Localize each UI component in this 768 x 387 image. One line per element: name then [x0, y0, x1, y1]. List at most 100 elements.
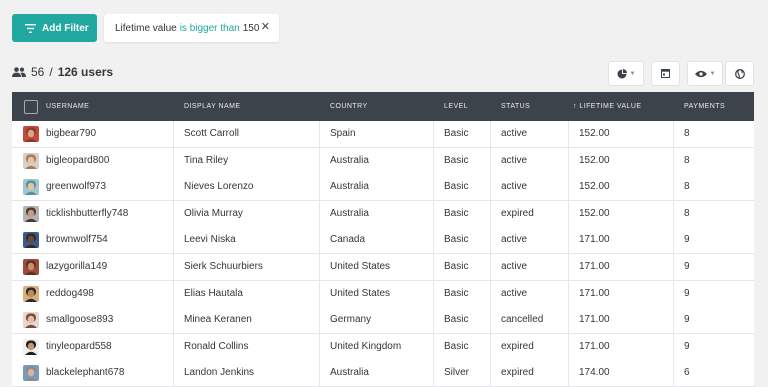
- avatar: [23, 179, 39, 196]
- user-avatar-icon: [23, 365, 39, 382]
- username-cell[interactable]: smallgoose893: [46, 307, 113, 333]
- filter-value[interactable]: 150: [243, 23, 260, 34]
- pie-chart-icon: [617, 68, 627, 78]
- active-filter-chip[interactable]: Lifetime value is bigger than 150 ✕: [104, 14, 279, 42]
- level-cell: Basic: [444, 154, 469, 166]
- close-icon[interactable]: ✕: [261, 22, 270, 33]
- count-separator: /: [49, 65, 53, 79]
- add-filter-button[interactable]: Add Filter: [12, 14, 97, 42]
- display-name-cell: Minea Keranen: [184, 314, 252, 326]
- payments-cell: 8: [684, 154, 690, 166]
- table-row[interactable]: lazygorilla149 Sierk Schuurbiers United St…: [12, 254, 754, 281]
- user-avatar-icon: [23, 126, 39, 142]
- display-name-cell: Landon Jenkins: [184, 367, 255, 379]
- status-cell: active: [501, 181, 528, 193]
- calendar-button[interactable]: [651, 61, 680, 86]
- username-cell[interactable]: tinyleopard558: [46, 334, 112, 360]
- country-cell: United States: [330, 287, 391, 299]
- add-filter-label: Add Filter: [42, 22, 89, 34]
- username-cell[interactable]: bigleopard800: [46, 148, 109, 174]
- globe-button[interactable]: [725, 61, 754, 86]
- column-divider: [568, 121, 569, 387]
- user-avatar-icon: [23, 205, 39, 222]
- username-cell[interactable]: reddog498: [46, 281, 94, 307]
- lifetime-value-cell: 171.00: [579, 314, 610, 326]
- user-count: 56 / 126 users: [12, 65, 113, 79]
- user-avatar-icon: [23, 179, 39, 196]
- total-count: 126 users: [57, 65, 114, 79]
- avatar: [23, 338, 39, 355]
- column-divider: [173, 121, 174, 387]
- display-name-cell: Sierk Schuurbiers: [184, 261, 263, 272]
- lifetime-value-cell: 171.00: [579, 261, 610, 272]
- lifetime-value-cell: 171.00: [579, 340, 610, 352]
- avatar: [23, 232, 39, 249]
- status-cell: expired: [501, 340, 534, 352]
- country-cell: Australia: [330, 154, 369, 166]
- column-payments[interactable]: PAYMENTS: [684, 92, 725, 121]
- username-cell[interactable]: brownwolf754: [46, 227, 108, 253]
- display-name-cell: Tina Riley: [184, 154, 229, 166]
- user-avatar-icon: [23, 285, 39, 302]
- payments-cell: 8: [684, 207, 690, 219]
- column-divider: [319, 121, 320, 387]
- column-country[interactable]: COUNTRY: [330, 92, 368, 121]
- users-table: USERNAME DISPLAY NAME COUNTRY LEVEL STAT…: [12, 92, 754, 387]
- calendar-icon: [661, 69, 670, 78]
- column-lifetime-value[interactable]: ↑ LIFETIME VALUE: [573, 92, 642, 121]
- username-cell[interactable]: greenwolf973: [46, 174, 106, 200]
- avatar: [23, 285, 39, 302]
- column-username[interactable]: USERNAME: [46, 92, 89, 121]
- display-name-cell: Olivia Murray: [184, 207, 243, 219]
- column-status[interactable]: STATUS: [501, 92, 530, 121]
- status-cell: active: [501, 128, 528, 139]
- lifetime-value-cell: 171.00: [579, 234, 610, 246]
- payments-cell: 9: [684, 314, 690, 326]
- payments-cell: 9: [684, 287, 690, 299]
- lifetime-value-cell: 152.00: [579, 128, 610, 139]
- user-avatar-icon: [23, 259, 39, 275]
- username-cell[interactable]: ticklishbutterfly748: [46, 201, 128, 227]
- chart-view-button[interactable]: ▼: [608, 61, 644, 86]
- table-row[interactable]: bigbear790 Scott Carroll Spain Basic active 1…: [12, 121, 754, 148]
- level-cell: Basic: [444, 340, 469, 352]
- lifetime-value-cell: 174.00: [579, 367, 610, 379]
- table-row[interactable]: brownwolf754 Leevi Niska Canada Basic active…: [12, 227, 754, 255]
- globe-icon: [734, 68, 745, 79]
- username-cell[interactable]: bigbear790: [46, 121, 96, 147]
- status-cell: active: [501, 154, 528, 166]
- status-cell: active: [501, 287, 528, 299]
- level-cell: Basic: [444, 128, 469, 139]
- avatar: [23, 312, 39, 329]
- table-row[interactable]: smallgoose893 Minea Keranen Germany Basic ca…: [12, 307, 754, 335]
- display-name-cell: Scott Carroll: [184, 128, 240, 139]
- country-cell: Australia: [330, 181, 369, 193]
- country-cell: United States: [330, 261, 391, 272]
- table-row[interactable]: reddog498 Elias Hautala United States Basic…: [12, 280, 754, 308]
- select-all-checkbox[interactable]: [24, 100, 38, 114]
- column-level[interactable]: LEVEL: [444, 92, 468, 121]
- filter-operator[interactable]: is bigger than: [180, 23, 240, 34]
- payments-cell: 8: [684, 181, 690, 193]
- username-cell[interactable]: lazygorilla149: [46, 254, 107, 280]
- column-divider: [490, 121, 491, 387]
- table-row[interactable]: blackelephant678 Landon Jenkins Australia S…: [12, 360, 754, 387]
- table-row[interactable]: ticklishbutterfly748 Olivia Murray Austral…: [12, 200, 754, 228]
- visibility-button[interactable]: ▼: [687, 61, 723, 86]
- payments-cell: 8: [684, 128, 690, 139]
- level-cell: Basic: [444, 207, 469, 219]
- status-cell: expired: [501, 367, 534, 379]
- country-cell: Canada: [330, 234, 366, 246]
- avatar: [23, 259, 39, 275]
- lifetime-value-cell: 152.00: [579, 207, 610, 219]
- username-cell[interactable]: blackelephant678: [46, 360, 124, 386]
- column-display-name[interactable]: DISPLAY NAME: [184, 92, 241, 121]
- avatar: [23, 126, 39, 142]
- country-cell: Spain: [330, 128, 356, 139]
- lifetime-value-cell: 152.00: [579, 154, 610, 166]
- table-row[interactable]: tinyleopard558 Ronald Collins United Kingd…: [12, 333, 754, 361]
- avatar: [23, 365, 39, 382]
- table-row[interactable]: bigleopard800 Tina Riley Australia Basic act…: [12, 147, 754, 175]
- payments-cell: 9: [684, 340, 690, 352]
- table-row[interactable]: greenwolf973 Nieves Lorenzo Australia Basic…: [12, 174, 754, 202]
